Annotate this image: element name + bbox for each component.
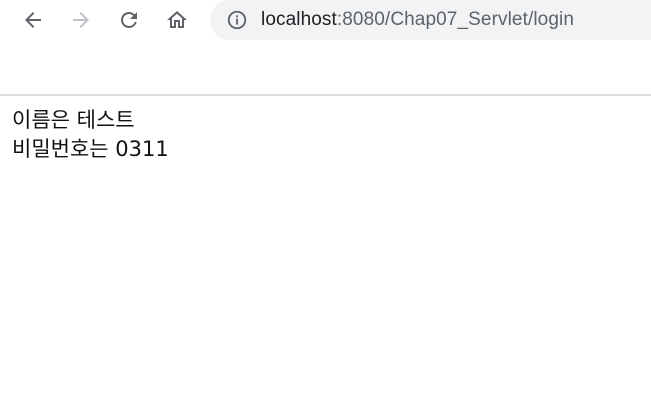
back-button[interactable]: [17, 4, 49, 36]
forward-button[interactable]: [65, 4, 97, 36]
address-bar[interactable]: localhost:8080/Chap07_Servlet/login: [210, 0, 651, 40]
arrow-left-icon: [21, 8, 45, 32]
name-result-line: 이름은 테스트: [12, 108, 135, 132]
info-icon[interactable]: [226, 9, 248, 31]
reload-icon: [117, 8, 141, 32]
arrow-right-icon: [69, 8, 93, 32]
home-icon: [165, 8, 189, 32]
url-text[interactable]: localhost:8080/Chap07_Servlet/login: [261, 9, 574, 31]
browser-toolbar: localhost:8080/Chap07_Servlet/login: [0, 0, 651, 40]
home-button[interactable]: [161, 4, 193, 36]
url-path: :8080/Chap07_Servlet/login: [336, 9, 574, 30]
reload-button[interactable]: [113, 4, 145, 36]
page-content: 이름은 테스트 비밀번호는 0311: [0, 96, 651, 174]
password-result-line: 비밀번호는 0311: [12, 137, 169, 161]
url-host: localhost: [261, 9, 337, 30]
toolbar-spacer: [0, 40, 651, 94]
